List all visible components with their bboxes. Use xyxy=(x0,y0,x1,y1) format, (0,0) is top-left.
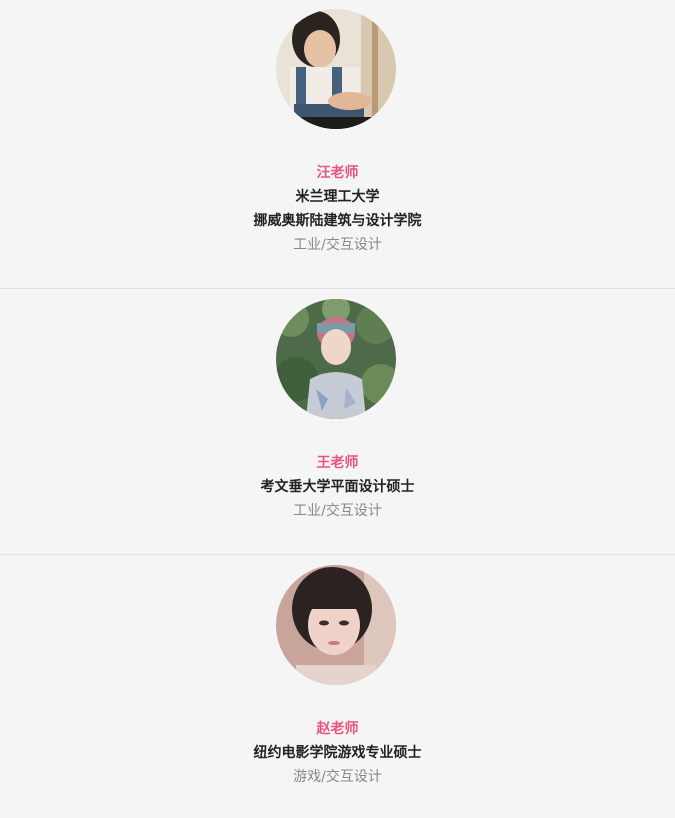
teacher-major: 工业/交互设计 xyxy=(293,503,382,519)
teacher-school: 挪威奥斯陆建筑与设计学院 xyxy=(253,213,422,229)
teacher-info: 王老师 考文垂大学平面设计硕士 工业/交互设计 xyxy=(0,451,675,523)
teacher-major: 工业/交互设计 xyxy=(293,237,382,253)
teacher-photo-icon xyxy=(276,299,396,419)
teacher-photo-icon xyxy=(276,565,396,685)
teacher-card: 王老师 考文垂大学平面设计硕士 工业/交互设计 xyxy=(0,288,675,554)
teacher-card: 赵老师 纽约电影学院游戏专业硕士 游戏/交互设计 xyxy=(0,554,675,818)
teacher-avatar xyxy=(276,565,396,685)
teacher-avatar xyxy=(276,9,396,129)
teacher-school: 纽约电影学院游戏专业硕士 xyxy=(253,745,422,761)
teacher-name: 汪老师 xyxy=(316,165,359,181)
teacher-card: 汪老师 米兰理工大学 挪威奥斯陆建筑与设计学院 工业/交互设计 xyxy=(0,0,675,288)
teacher-list: 汪老师 米兰理工大学 挪威奥斯陆建筑与设计学院 工业/交互设计 王老师 考文垂大… xyxy=(0,0,675,818)
teacher-school: 考文垂大学平面设计硕士 xyxy=(260,479,415,495)
teacher-avatar xyxy=(276,299,396,419)
teacher-major: 游戏/交互设计 xyxy=(293,769,382,785)
teacher-school: 米兰理工大学 xyxy=(295,189,380,205)
teacher-info: 汪老师 米兰理工大学 挪威奥斯陆建筑与设计学院 工业/交互设计 xyxy=(0,161,675,257)
teacher-name: 赵老师 xyxy=(316,721,359,737)
teacher-info: 赵老师 纽约电影学院游戏专业硕士 游戏/交互设计 xyxy=(0,717,675,789)
teacher-name: 王老师 xyxy=(316,455,359,471)
teacher-photo-icon xyxy=(276,9,396,129)
